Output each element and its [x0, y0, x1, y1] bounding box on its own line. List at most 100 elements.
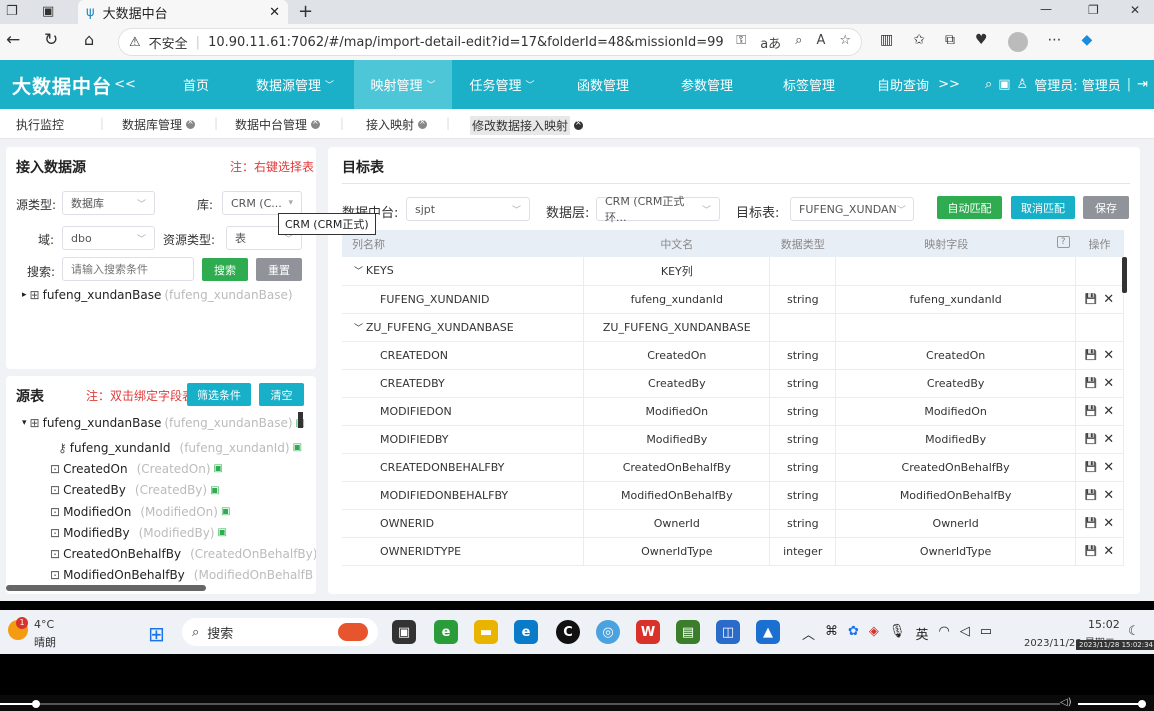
- close-tab-icon[interactable]: ✕: [269, 5, 280, 20]
- table-row[interactable]: CREATEDBY CreatedBy string CreatedBy 💾 ✕: [342, 369, 1124, 398]
- cancel-match-button[interactable]: 取消匹配: [1011, 196, 1075, 219]
- tray-arrow-icon[interactable]: ︿: [802, 624, 815, 643]
- extension-icon[interactable]: ♥: [975, 32, 988, 52]
- close-tab-icon[interactable]: [311, 117, 321, 129]
- ime-indicator[interactable]: 英: [915, 624, 928, 643]
- tab-monitor[interactable]: 执行监控: [16, 116, 64, 133]
- tab-platform-manage[interactable]: 数据中台管理: [235, 116, 321, 133]
- table-scrollbar[interactable]: [1122, 257, 1127, 293]
- source-field[interactable]: ⊡ ModifiedOnBehalfBy (ModifiedOnBehalfB: [50, 565, 316, 586]
- copy-icon[interactable]: ▣: [214, 463, 223, 474]
- close-tab-icon[interactable]: [574, 118, 584, 130]
- nav-task[interactable]: 任务管理 ﹀: [458, 60, 546, 109]
- collapse-arrow-icon[interactable]: ▾: [22, 418, 27, 428]
- copy-icon[interactable]: ▣: [210, 485, 219, 496]
- delete-row-icon[interactable]: ✕: [1103, 348, 1114, 363]
- close-window-icon[interactable]: ✕: [1130, 3, 1140, 17]
- source-field[interactable]: ⊡ ModifiedBy (ModifiedBy) ▣: [50, 522, 316, 543]
- app-ring-icon[interactable]: ◎: [596, 620, 620, 644]
- save-button[interactable]: 保存: [1083, 196, 1129, 219]
- profile-avatar[interactable]: [1007, 32, 1028, 52]
- delete-row-icon[interactable]: ✕: [1103, 376, 1114, 391]
- save-row-icon[interactable]: 💾: [1085, 378, 1097, 389]
- text-icon[interactable]: A: [816, 33, 825, 52]
- source-field[interactable]: ⊡ CreatedBy (CreatedBy) ▣: [50, 480, 316, 501]
- db-select[interactable]: CRM (C... ▾: [222, 191, 302, 215]
- tab-actions-icon[interactable]: ▣: [42, 4, 54, 19]
- progress-thumb[interactable]: [32, 700, 40, 708]
- table-row[interactable]: MODIFIEDONBEHALFBY ModifiedOnBehalfBy stri…: [342, 481, 1124, 510]
- source-type-select[interactable]: 数据库 ﹀: [62, 191, 155, 215]
- save-row-icon[interactable]: 💾: [1085, 546, 1097, 557]
- split-screen-icon[interactable]: ▥: [880, 32, 893, 52]
- source-field[interactable]: ⚷ fufeng_xundanId (fufeng_xundanId) ▣: [58, 437, 316, 458]
- group-row[interactable]: ﹀ ZU_FUFENG_XUNDANBASE ZU_FUFENG_XUNDANBA…: [342, 313, 1124, 342]
- mic-icon[interactable]: 🎙: [889, 624, 906, 643]
- read-aloud-icon[interactable]: aあ: [760, 33, 781, 52]
- nav-mapping[interactable]: 映射管理 ﹀: [354, 60, 452, 109]
- key-icon[interactable]: ⚿: [736, 33, 746, 52]
- user-name[interactable]: 管理员: 管理员: [1034, 75, 1121, 94]
- wifi-icon[interactable]: ◠: [938, 624, 949, 643]
- logout-icon[interactable]: ⇥: [1137, 77, 1148, 92]
- app-chart-icon[interactable]: ▤: [676, 620, 700, 644]
- taskbar-search[interactable]: ⌕ 搜索: [182, 618, 378, 646]
- table-row[interactable]: CREATEDON CreatedOn string CreatedOn 💾 ✕: [342, 341, 1124, 370]
- favorite-star-icon[interactable]: ☆: [839, 33, 851, 52]
- nav-params[interactable]: 参数管理: [670, 60, 744, 109]
- search-input[interactable]: [62, 257, 194, 281]
- home-icon[interactable]: ⌂: [84, 30, 94, 49]
- battery-icon[interactable]: ▭: [980, 624, 992, 643]
- app-remote-icon[interactable]: ◫: [716, 620, 740, 644]
- close-tab-icon[interactable]: [418, 117, 428, 129]
- more-menu-icon[interactable]: ⋯: [1048, 32, 1062, 52]
- delete-row-icon[interactable]: ✕: [1103, 460, 1114, 475]
- search-icon[interactable]: ⌕: [985, 77, 992, 92]
- table-row[interactable]: MODIFIEDBY ModifiedBy string ModifiedBy 💾 ✕: [342, 425, 1124, 454]
- zoom-icon[interactable]: ⌕: [795, 33, 802, 52]
- moon-icon[interactable]: ☾: [1128, 624, 1140, 639]
- tab-db-manage[interactable]: 数据库管理: [122, 116, 196, 133]
- target-select[interactable]: FUFENG_XUNDAN ﹀: [790, 197, 914, 221]
- save-row-icon[interactable]: 💾: [1085, 462, 1097, 473]
- collapse-arrow-icon[interactable]: ﹀: [354, 267, 366, 277]
- wps-icon[interactable]: W: [636, 620, 660, 644]
- collapse-arrow-icon[interactable]: ﹀: [354, 324, 366, 334]
- domain-select[interactable]: dbo ﹀: [62, 226, 155, 250]
- nav-tags[interactable]: 标签管理: [772, 60, 846, 109]
- save-row-icon[interactable]: 💾: [1085, 350, 1097, 361]
- search-button[interactable]: 搜索: [202, 258, 248, 281]
- horizontal-scrollbar[interactable]: [6, 585, 206, 591]
- save-row-icon[interactable]: 💾: [1085, 406, 1097, 417]
- source-root-node[interactable]: ▾ ⊞ fufeng_xundanBase (fufeng_xundanBase…: [22, 416, 305, 430]
- auto-match-button[interactable]: 自动匹配: [937, 196, 1002, 219]
- filter-button[interactable]: 筛选条件: [187, 383, 251, 406]
- volume-icon[interactable]: ◁: [960, 624, 970, 643]
- volume-thumb[interactable]: [1138, 700, 1146, 708]
- copilot-icon[interactable]: ◆: [1082, 32, 1093, 52]
- table-row[interactable]: CREATEDONBEHALFBY CreatedOnBehalfBy string…: [342, 453, 1124, 482]
- address-bar[interactable]: ⚠ 不安全 | 10.90.11.61:7062/#/map/import-de…: [118, 28, 862, 56]
- source-field[interactable]: ⊡ CreatedOn (CreatedOn) ▣: [50, 458, 316, 479]
- app-mountain-icon[interactable]: ▲: [756, 620, 780, 644]
- save-row-icon[interactable]: 💾: [1085, 490, 1097, 501]
- copy-icon[interactable]: ▣: [293, 442, 302, 453]
- vertical-scrollbar[interactable]: [298, 412, 303, 428]
- tree-node[interactable]: ▸ ⊞ fufeng_xundanBase (fufeng_xundanBase…: [22, 288, 293, 302]
- progress-track[interactable]: [0, 703, 1060, 705]
- delete-row-icon[interactable]: ✕: [1103, 516, 1114, 531]
- nav-datasource[interactable]: 数据源管理 ﹀: [250, 60, 340, 109]
- help-icon[interactable]: ?: [1056, 235, 1070, 248]
- table-row[interactable]: MODIFIEDON ModifiedOn string ModifiedOn 💾 ✕: [342, 397, 1124, 426]
- screen-icon[interactable]: ▣: [998, 77, 1010, 92]
- save-row-icon[interactable]: 💾: [1085, 294, 1097, 305]
- tab-edit-mapping[interactable]: 修改数据接入映射: [470, 116, 584, 135]
- close-tab-icon[interactable]: [186, 117, 196, 129]
- nav-home[interactable]: 首页: [160, 60, 232, 109]
- back-icon[interactable]: ←: [6, 30, 20, 50]
- taskview-icon[interactable]: ▣: [392, 620, 416, 644]
- app-c-icon[interactable]: C: [556, 620, 580, 644]
- expand-arrow-icon[interactable]: ▸: [22, 290, 27, 300]
- table-row[interactable]: FUFENG_XUNDANID fufeng_xundanId string fufe…: [342, 285, 1124, 314]
- reset-button[interactable]: 重置: [256, 258, 302, 281]
